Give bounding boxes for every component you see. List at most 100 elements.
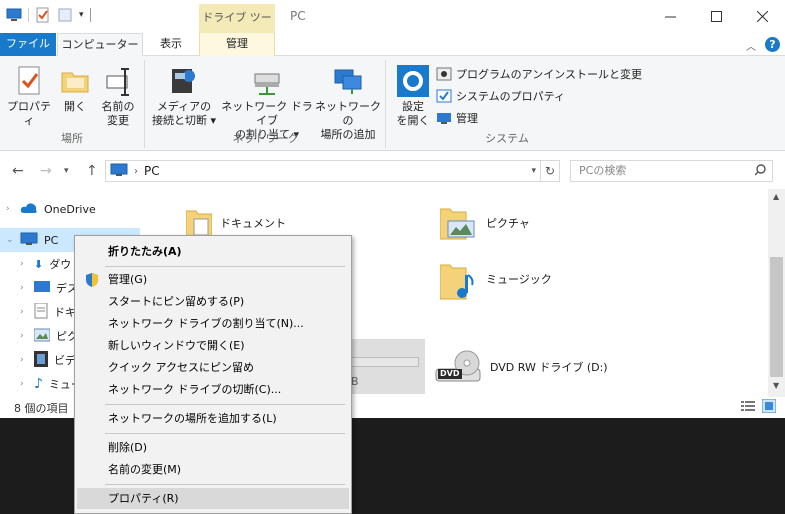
menu-item-pin-quick-access[interactable]: クイック アクセスにピン留め (77, 357, 349, 378)
recent-chevron-icon[interactable]: ▾ (64, 166, 69, 176)
large-icons-view-icon[interactable] (761, 398, 777, 416)
title-bar: ▾ ドライブ ツール PC (0, 0, 785, 52)
rename-label: 名前の 変更 (101, 100, 135, 127)
nav-label-onedrive: OneDrive (44, 202, 96, 216)
group-location: プロパティ 開く 名前の 変更 場所 (0, 60, 145, 148)
expand-chevron-icon[interactable]: › (20, 355, 34, 365)
computer-icon[interactable] (6, 7, 22, 23)
menu-separator (105, 484, 345, 485)
nav-item-onedrive[interactable]: › OneDrive (0, 197, 140, 221)
search-input[interactable]: PCの検索 (570, 160, 773, 182)
music-note-icon: ♪ (34, 376, 43, 392)
collapse-chevron-icon[interactable]: ⌄ (6, 235, 20, 245)
back-arrow-icon[interactable]: ← (12, 163, 24, 179)
up-arrow-icon[interactable]: ↑ (86, 163, 98, 179)
menu-item-properties[interactable]: プロパティ(R) (77, 488, 349, 509)
breadcrumb-chevron-icon[interactable]: › (134, 166, 138, 177)
pictures-icon (33, 328, 51, 345)
breadcrumb-pc[interactable]: PC (144, 164, 160, 178)
group-network: メディアの 接続と切断 ▾ ネットワーク ドライブ の割り当て ▾ ネットワーク… (146, 60, 386, 148)
search-placeholder: PCの検索 (579, 164, 627, 177)
open-settings-button[interactable]: 設定 を開く (393, 64, 433, 128)
menu-item-manage[interactable]: 管理(G) (77, 269, 349, 290)
forward-arrow-icon[interactable]: → (40, 163, 52, 179)
drive-partial-label: B (351, 375, 359, 388)
group-label-location: 場所 (61, 132, 83, 145)
group-label-network: ネットワーク (232, 132, 299, 145)
refresh-button[interactable]: ↻ (540, 160, 560, 182)
scroll-up-icon[interactable]: ▲ (773, 192, 779, 201)
ribbon: プロパティ 開く 名前の 変更 場所 メディアの 接続と切断 ▾ ネットワーク … (0, 56, 785, 151)
properties-check-icon[interactable] (35, 7, 51, 23)
open-button[interactable]: 開く (56, 64, 94, 114)
system-properties-icon (436, 88, 452, 104)
tab-computer[interactable]: コンピューター (57, 33, 143, 57)
rename-button[interactable]: 名前の 変更 (96, 64, 140, 128)
drive-tools-label: ドライブ ツール (199, 4, 275, 52)
details-view-icon[interactable] (741, 400, 755, 415)
open-folder-icon (58, 64, 92, 98)
address-bar[interactable]: › PC ▾ (105, 160, 541, 182)
address-dropdown-icon[interactable]: ▾ (531, 166, 536, 176)
expand-chevron-icon[interactable]: › (20, 259, 34, 269)
download-arrow-icon: ⬇ (34, 257, 44, 271)
minimize-button[interactable] (647, 0, 693, 33)
system-properties-button[interactable]: システムのプロパティ (436, 86, 565, 106)
refresh-icon: ↻ (544, 164, 556, 178)
expand-chevron-icon[interactable]: › (20, 379, 34, 389)
network-location-icon (331, 64, 365, 98)
tab-manage[interactable]: 管理 (199, 33, 275, 56)
menu-item-disconnect-network-drive[interactable]: ネットワーク ドライブの切断(C)... (77, 379, 349, 400)
menu-item-map-network-drive[interactable]: ネットワーク ドライブの割り当て(N)... (77, 313, 349, 334)
menu-item-open-new-window[interactable]: 新しいウィンドウで開く(E) (77, 335, 349, 356)
scrollbar-thumb[interactable] (770, 257, 783, 377)
new-folder-icon[interactable] (57, 7, 73, 23)
properties-button[interactable]: プロパティ (6, 64, 52, 128)
folder-label-music: ミュージック (486, 273, 552, 286)
menu-item-pin-start[interactable]: スタートにピン留めする(P) (77, 291, 349, 312)
qat-dropdown-icon[interactable]: ▾ (79, 10, 84, 20)
quick-access-toolbar: ▾ (6, 7, 91, 23)
menu-item-collapse[interactable]: 折りたたみ(A) (77, 241, 349, 262)
tab-file[interactable]: ファイル (0, 33, 56, 56)
manage-label: 管理 (456, 112, 478, 125)
properties-icon (12, 64, 46, 98)
folder-label-pictures: ピクチャ (486, 217, 530, 230)
folder-music[interactable]: ミュージック (439, 261, 552, 300)
properties-label: プロパティ (7, 100, 51, 127)
selected-drive-tile[interactable]: B (345, 339, 425, 394)
pc-icon (20, 232, 38, 249)
ribbon-collapse-icon[interactable]: ︿ (746, 38, 756, 53)
uninstall-icon (436, 66, 452, 82)
drive-dvd[interactable]: DVD DVD RW ドライブ (D:) (434, 349, 608, 385)
desktop-icon (34, 280, 50, 296)
expand-chevron-icon[interactable]: › (6, 204, 20, 214)
search-icon (754, 161, 766, 188)
maximize-button[interactable] (693, 0, 739, 33)
vertical-scrollbar[interactable]: ▲ ▼ (768, 189, 785, 397)
dvd-drive-icon: DVD (434, 349, 482, 385)
manage-button[interactable]: 管理 (436, 108, 478, 128)
expand-chevron-icon[interactable]: › (20, 307, 34, 317)
context-menu: 折りたたみ(A) 管理(G) スタートにピン留めする(P) ネットワーク ドライ… (74, 235, 352, 514)
scroll-down-icon[interactable]: ▼ (773, 381, 779, 390)
menu-item-add-network-location[interactable]: ネットワークの場所を追加する(L) (77, 408, 349, 429)
ribbon-tabs: ファイル コンピューター 表示 管理 ︿ ? (0, 33, 785, 57)
dvd-badge: DVD (440, 369, 460, 378)
menu-item-delete[interactable]: 削除(D) (77, 437, 349, 458)
minimize-icon (664, 16, 676, 18)
expand-chevron-icon[interactable]: › (20, 283, 34, 293)
nav-label-documents: ドキ (54, 306, 76, 319)
folder-label-documents: ドキュメント (220, 217, 286, 230)
rename-icon (101, 64, 135, 98)
help-icon[interactable]: ? (765, 37, 780, 52)
close-button[interactable] (739, 0, 785, 33)
tab-view[interactable]: 表示 (146, 33, 196, 56)
expand-chevron-icon[interactable]: › (20, 331, 34, 341)
folder-pictures[interactable]: ピクチャ (439, 205, 530, 241)
nav-label-downloads: ダウ (49, 258, 72, 271)
menu-item-rename[interactable]: 名前の変更(M) (77, 459, 349, 480)
uninstall-program-button[interactable]: プログラムのアンインストールと変更 (436, 64, 642, 84)
drive-label-dvd: DVD RW ドライブ (D:) (490, 361, 608, 374)
media-connect-button[interactable]: メディアの 接続と切断 ▾ (150, 64, 218, 128)
